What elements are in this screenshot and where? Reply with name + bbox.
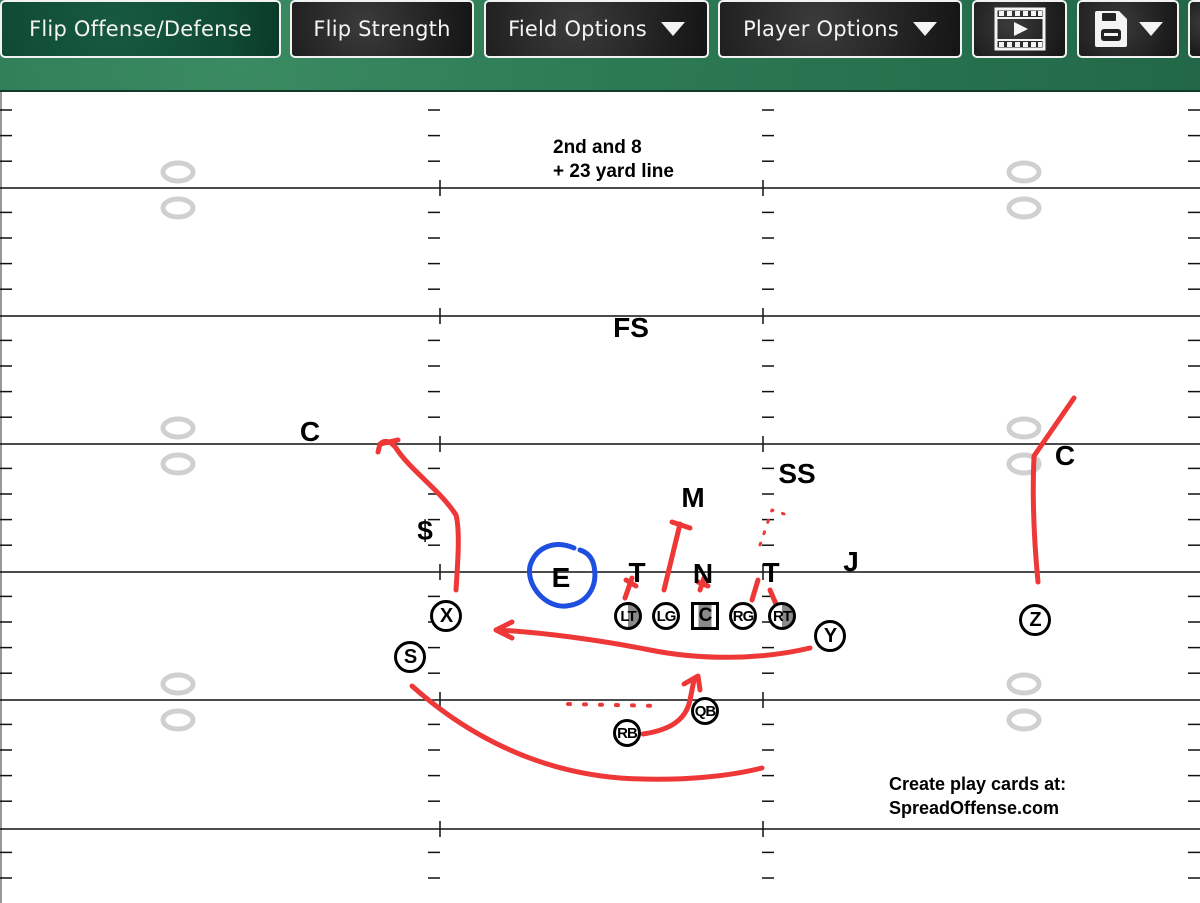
player-y[interactable]: Y (814, 620, 846, 652)
player-lg[interactable]: LG (652, 602, 680, 630)
animate-play-button[interactable] (972, 0, 1067, 58)
flip-strength-label: Flip Strength (313, 17, 451, 41)
floppy-save-icon (1095, 11, 1127, 47)
watermark-line2: SpreadOffense.com (889, 798, 1060, 818)
yard-number-zero (160, 160, 196, 184)
yard-number-zero (160, 672, 196, 696)
yard-number-zero (160, 452, 196, 476)
player-lt[interactable]: LT (614, 602, 642, 630)
more-button[interactable] (1188, 0, 1200, 58)
toolbar: Flip Offense/Defense Flip Strength Field… (0, 0, 1200, 92)
hash-marks (0, 109, 1200, 879)
yard-number-zero (1006, 196, 1042, 220)
yard-number-zero (1006, 160, 1042, 184)
flip-offense-defense-label: Flip Offense/Defense (29, 17, 252, 41)
player-c[interactable]: C (691, 602, 719, 630)
watermark: Create play cards at: SpreadOffense.com (889, 772, 1066, 820)
yard-number-zero (160, 196, 196, 220)
yard-number-zero (160, 416, 196, 440)
caret-down-icon (912, 22, 937, 36)
player-qb[interactable]: QB (691, 697, 719, 725)
field-options-dropdown[interactable]: Field Options (484, 0, 709, 58)
defender-dollar[interactable]: $ (417, 515, 433, 547)
football-field[interactable]: 2nd and 8 + 23 yard line FS C C SS M $ E… (0, 92, 1200, 903)
flip-strength-button[interactable]: Flip Strength (290, 0, 474, 58)
defender-ss[interactable]: SS (778, 458, 815, 490)
down-distance: 2nd and 8 (553, 137, 642, 158)
yard-number-zero (1006, 672, 1042, 696)
route-rg (749, 577, 761, 603)
route-lg (661, 519, 693, 593)
field-options-label: Field Options (508, 17, 647, 41)
route-rt (767, 587, 779, 607)
caret-down-icon (660, 22, 685, 36)
yard-number-zero (1006, 708, 1042, 732)
flip-offense-defense-button[interactable]: Flip Offense/Defense (0, 0, 281, 58)
player-options-label: Player Options (743, 17, 899, 41)
yard-number-zero (1006, 416, 1042, 440)
route-y (493, 619, 813, 660)
player-s[interactable]: S (394, 641, 426, 673)
yard-number-zero (160, 708, 196, 732)
situation-text: 2nd and 8 + 23 yard line (553, 136, 674, 184)
player-rb[interactable]: RB (613, 719, 641, 747)
field-position: + 23 yard line (553, 161, 674, 182)
defender-c-left[interactable]: C (300, 416, 320, 448)
player-rg[interactable]: RG (729, 602, 757, 630)
defender-j[interactable]: J (843, 546, 859, 578)
watermark-line1: Create play cards at: (889, 774, 1067, 794)
save-dropdown-button[interactable] (1077, 0, 1179, 58)
defender-n[interactable]: N (693, 558, 713, 590)
defender-e[interactable]: E (552, 562, 571, 594)
route-ss-read (758, 508, 786, 547)
player-z[interactable]: Z (1019, 604, 1051, 636)
defender-m[interactable]: M (681, 482, 704, 514)
caret-down-icon (1139, 22, 1163, 36)
yard-numbers (160, 160, 1042, 732)
routes (375, 395, 1077, 782)
player-rt[interactable]: RT (768, 602, 796, 630)
defender-fs[interactable]: FS (613, 312, 649, 344)
defender-t-left[interactable]: T (628, 557, 645, 589)
player-x[interactable]: X (430, 600, 462, 632)
defender-c-right[interactable]: C (1055, 440, 1075, 472)
film-play-icon (994, 7, 1045, 51)
defender-t-right[interactable]: T (762, 557, 779, 589)
route-rb-motion (566, 702, 662, 708)
player-options-dropdown[interactable]: Player Options (718, 0, 962, 58)
